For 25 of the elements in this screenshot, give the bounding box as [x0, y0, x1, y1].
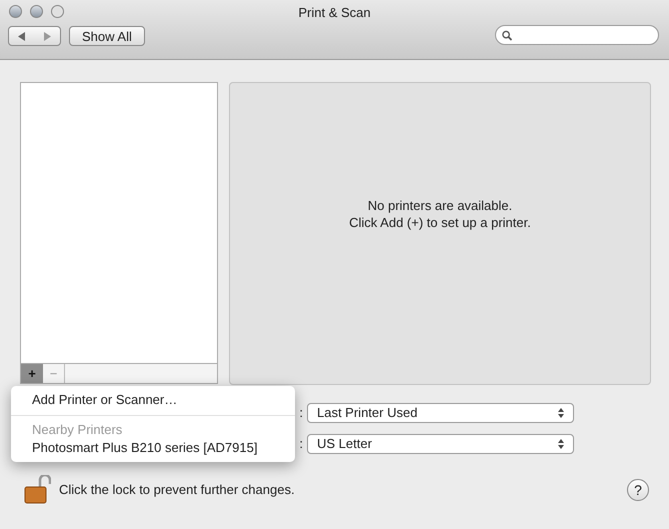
setting-popup[interactable]: US Letter — [307, 434, 574, 454]
search-icon — [502, 30, 512, 40]
setting-label: : — [298, 404, 303, 422]
menu-item[interactable]: Photosmart Plus B210 series [AD7915] — [11, 438, 295, 458]
menu-item[interactable]: Add Printer or Scanner… — [11, 390, 295, 410]
empty-message: No printers are available. — [368, 196, 512, 214]
window-control-icon[interactable] — [30, 5, 43, 18]
help-button[interactable]: ? — [627, 478, 649, 500]
empty-message: Click Add (+) to set up a printer. — [349, 214, 531, 230]
forward-arrow-icon — [43, 32, 52, 40]
search-field[interactable] — [495, 25, 659, 45]
back-arrow-icon — [18, 32, 26, 40]
lock-icon[interactable] — [24, 475, 51, 504]
window-control-icon[interactable] — [9, 5, 22, 18]
window-title: Print & Scan — [298, 4, 371, 22]
setting-label: : — [298, 435, 303, 454]
updown-arrows-icon — [558, 439, 564, 449]
back-forward-control[interactable] — [8, 26, 61, 46]
add-button[interactable]: + — [21, 364, 43, 383]
window-control-icon[interactable] — [51, 5, 64, 18]
setting-popup[interactable]: Last Printer Used — [307, 403, 574, 423]
show-all-button[interactable]: Show All — [69, 26, 145, 46]
updown-arrows-icon — [558, 408, 564, 418]
lock-text: Click the lock to prevent further changes. — [59, 480, 295, 499]
menu-section-header: Nearby Printers — [31, 421, 124, 438]
